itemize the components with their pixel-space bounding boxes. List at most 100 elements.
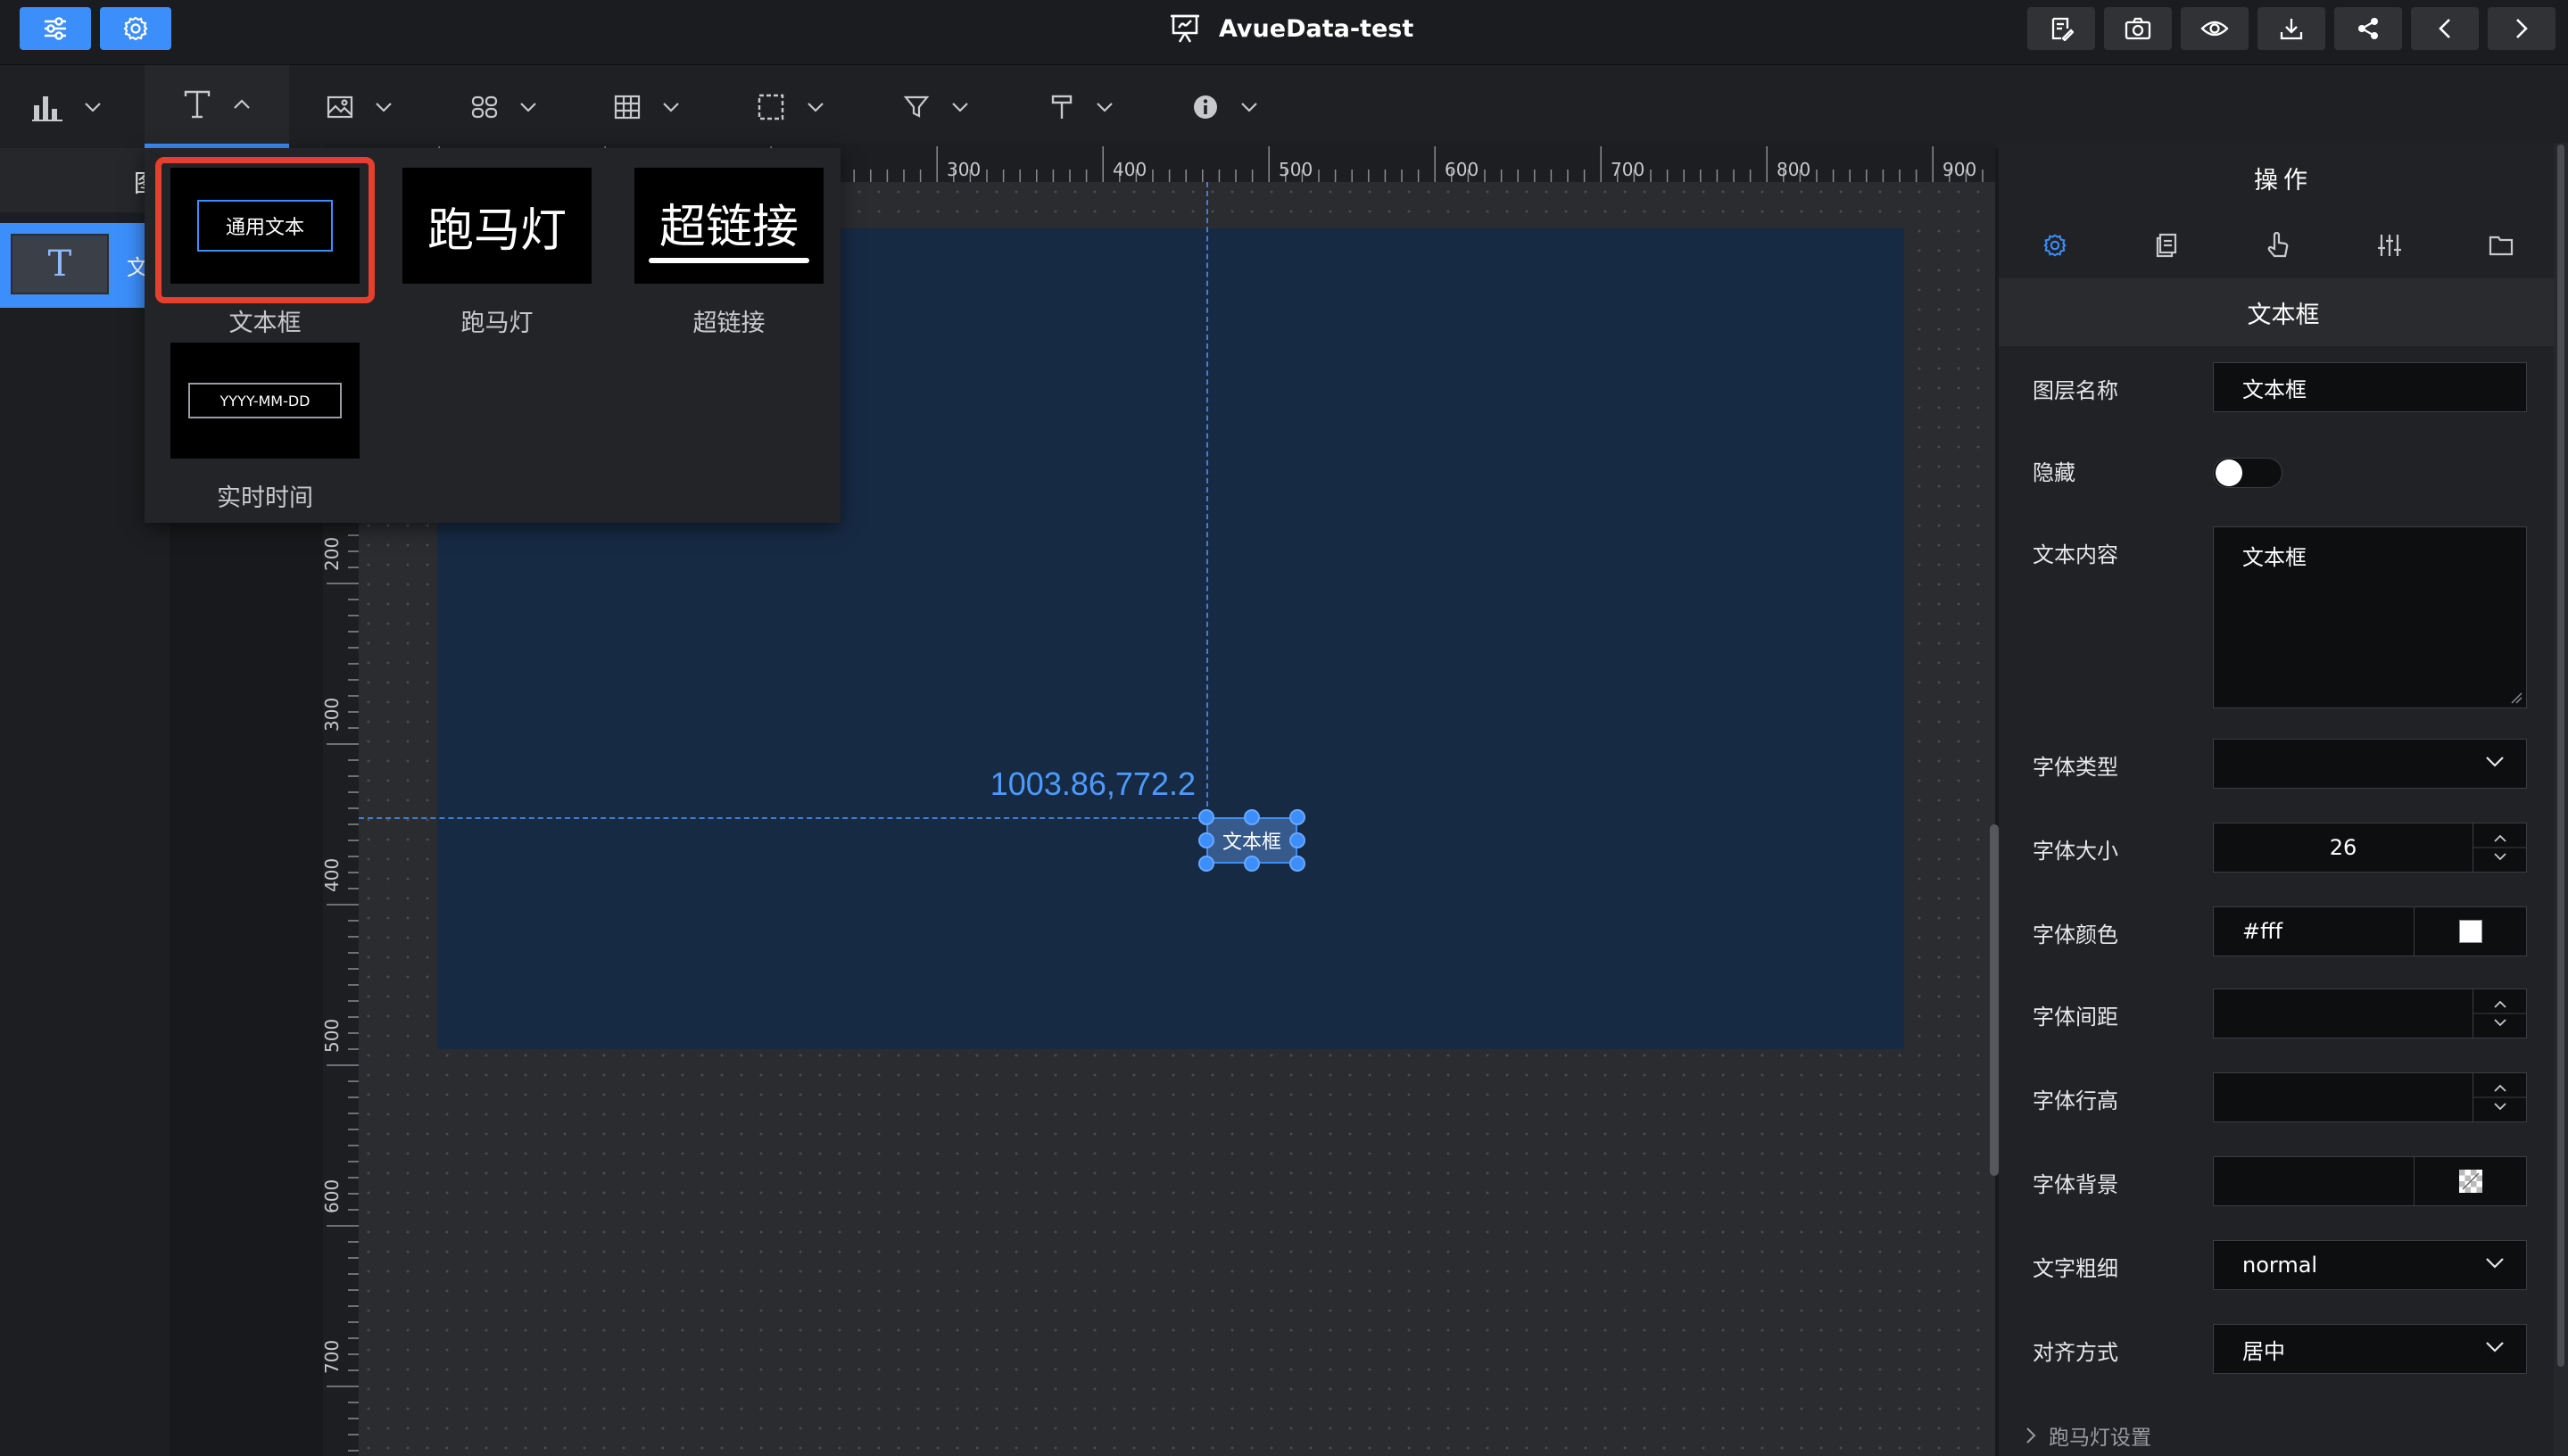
font-size-stepper[interactable]: [2473, 823, 2527, 872]
chevron-down-icon: [1097, 102, 1113, 112]
hyperlink-preview: 超链接: [634, 168, 824, 284]
layer-name-label: 图层名称: [2033, 378, 2118, 403]
component-hyperlink[interactable]: 超链接 超链接: [634, 168, 824, 338]
position-readout: 1003.86,772.2: [990, 765, 1196, 802]
share-button[interactable]: [2334, 7, 2402, 50]
notes-button[interactable]: [2027, 7, 2095, 50]
resize-handle-bottom-left[interactable]: [1198, 856, 1214, 872]
redo-button[interactable]: [2488, 7, 2556, 50]
ruler-left-label-400: 400: [321, 857, 343, 892]
ruler-top-label-500: 500: [1279, 159, 1313, 180]
horizontal-guide-line: [359, 817, 1206, 819]
resize-handle-bottom[interactable]: [1244, 856, 1260, 872]
ruler-left-label-200: 200: [321, 536, 343, 571]
ruler-top-label-900: 900: [1943, 159, 1977, 180]
download-button[interactable]: [2257, 7, 2325, 50]
chevron-down-icon: [808, 102, 824, 112]
tab-interaction[interactable]: [2222, 212, 2333, 278]
tool-text[interactable]: [145, 65, 289, 148]
content-textarea[interactable]: 文本框: [2213, 526, 2527, 708]
tab-files[interactable]: [2445, 212, 2556, 278]
textbox-preview-text: 通用文本: [197, 200, 333, 252]
info-icon: [1194, 95, 1217, 119]
line-height-input[interactable]: [2213, 1072, 2527, 1122]
resize-handle-bottom-right[interactable]: [1289, 856, 1305, 872]
share-icon: [2358, 18, 2378, 39]
sliders-icon: [45, 17, 66, 40]
ruler-top-label-800: 800: [1777, 159, 1811, 180]
screenshot-button[interactable]: [2104, 7, 2172, 50]
background-input[interactable]: [2213, 1156, 2527, 1206]
chevron-down-icon: [663, 102, 679, 112]
font-color-input[interactable]: #fff: [2213, 906, 2527, 956]
resize-handle-top[interactable]: [1244, 809, 1260, 825]
paint-roller-icon: [1051, 95, 1073, 119]
chevron-up-icon: [234, 99, 250, 109]
marquee-settings-collapse[interactable]: 跑马灯设置: [2025, 1420, 2151, 1451]
font-color-picker[interactable]: [2414, 907, 2526, 956]
marquee-label: 跑马灯: [460, 310, 534, 337]
tool-container[interactable]: [757, 65, 824, 148]
realtime-label: 实时时间: [217, 484, 313, 512]
tab-parameters[interactable]: [2333, 212, 2445, 278]
toggle-knob: [2216, 459, 2242, 486]
font-type-select[interactable]: [2213, 739, 2527, 789]
realtime-preview-text: YYYY-MM-DD: [188, 383, 342, 418]
tool-indicators[interactable]: [471, 65, 537, 148]
align-label: 对齐方式: [2033, 1340, 2118, 1365]
tab-data[interactable]: [2110, 212, 2222, 278]
canvas-scrollbar[interactable]: [1990, 824, 1999, 1176]
tool-chart[interactable]: [32, 65, 102, 148]
vertical-guide-line: [1206, 182, 1208, 815]
resize-handle-top-right[interactable]: [1289, 809, 1305, 825]
align-select[interactable]: 居中: [2213, 1324, 2527, 1374]
table-icon: [614, 95, 641, 119]
preview-button[interactable]: [2181, 7, 2249, 50]
tool-table[interactable]: [614, 65, 680, 148]
tab-config[interactable]: [1999, 212, 2110, 278]
tool-media[interactable]: [327, 65, 393, 148]
tool-brush[interactable]: [1049, 65, 1114, 148]
grid-88-icon: [471, 95, 498, 118]
textbox-preview: 通用文本: [170, 168, 360, 284]
letter-spacing-label: 字体间距: [2033, 1005, 2118, 1030]
text-components-dropdown: 通用文本 文本框 跑马灯 跑马灯 超链接 超链接 YYYY-MM-DD 实时时间: [145, 148, 841, 523]
undo-button[interactable]: [2411, 7, 2479, 50]
content-value: 文本框: [2242, 545, 2307, 570]
hidden-toggle[interactable]: [2213, 458, 2282, 488]
transparent-swatch-icon: [2458, 1170, 2482, 1193]
layer-name-value: 文本框: [2242, 376, 2307, 402]
hyperlink-label: 超链接: [692, 310, 766, 337]
component-textbox[interactable]: 通用文本 文本框: [170, 168, 360, 338]
app-title: AvueData-test: [1219, 14, 1414, 43]
eye-icon: [2200, 21, 2229, 37]
component-realtime-clock[interactable]: YYYY-MM-DD 实时时间: [170, 343, 360, 513]
chevron-down-icon: [376, 102, 392, 112]
settings-button[interactable]: [100, 7, 171, 50]
component-marquee[interactable]: 跑马灯 跑马灯: [402, 168, 592, 338]
ruler-left-label-500: 500: [321, 1018, 343, 1053]
letter-spacing-stepper[interactable]: [2473, 989, 2527, 1038]
dashed-square-icon: [758, 94, 784, 120]
background-color-picker[interactable]: [2414, 1157, 2526, 1205]
font-size-input[interactable]: 26: [2213, 823, 2527, 873]
letter-spacing-input[interactable]: [2213, 989, 2527, 1038]
resize-handle-left[interactable]: [1198, 832, 1214, 848]
realtime-preview: YYYY-MM-DD: [170, 343, 360, 459]
layers-toggle-button[interactable]: [20, 7, 91, 50]
weight-select[interactable]: normal: [2213, 1240, 2527, 1290]
ruler-left-label-300: 300: [321, 697, 343, 732]
tool-info[interactable]: [1192, 65, 1258, 148]
line-height-stepper[interactable]: [2473, 1073, 2527, 1121]
filter-icon: [903, 95, 930, 118]
text-icon: [184, 90, 211, 119]
property-tabs: [1999, 212, 2568, 283]
layer-name-input[interactable]: 文本框: [2213, 362, 2527, 412]
chevron-down-icon: [85, 102, 101, 112]
resize-handle-top-left[interactable]: [1198, 809, 1214, 825]
font-color-label: 字体颜色: [2033, 922, 2118, 947]
panel-scrollbar[interactable]: [2557, 145, 2564, 1367]
tool-filter[interactable]: [903, 65, 969, 148]
marquee-preview: 跑马灯: [402, 168, 592, 284]
resize-handle-right[interactable]: [1289, 832, 1305, 848]
